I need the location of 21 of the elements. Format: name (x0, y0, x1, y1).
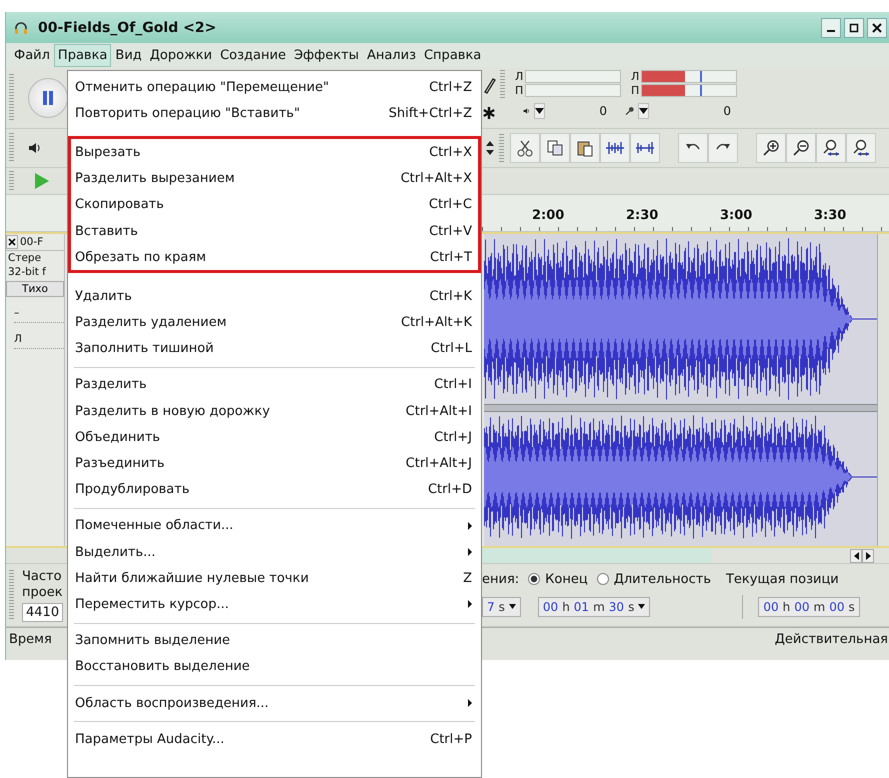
status-text: Время (8, 632, 52, 646)
volume-value: 0 (599, 104, 607, 118)
status-text: Действительная (774, 632, 889, 646)
pan-label: Л (13, 333, 23, 345)
channel-label: П (631, 84, 640, 97)
selection-end-label: ения: (482, 572, 520, 586)
time-label: 2:30 (626, 208, 660, 223)
window-title: 00-Fields_Of_Gold <2> (38, 20, 216, 36)
rate-label: проек (22, 584, 64, 600)
time-label: 2:00 (532, 208, 566, 223)
track-info: Стере (7, 251, 42, 265)
channel-label: Л (515, 70, 524, 83)
channel-label: Л (631, 70, 640, 83)
volume-value: 0 (723, 104, 731, 118)
gain-label: – (13, 307, 20, 319)
rate-label: Часто (22, 568, 63, 584)
time-label: 3:00 (720, 208, 754, 223)
time-label: 3:30 (814, 208, 848, 223)
channel-label: П (515, 84, 524, 97)
position-label: Текущая позици (726, 572, 839, 586)
track-info: 32-bit f (7, 265, 47, 279)
